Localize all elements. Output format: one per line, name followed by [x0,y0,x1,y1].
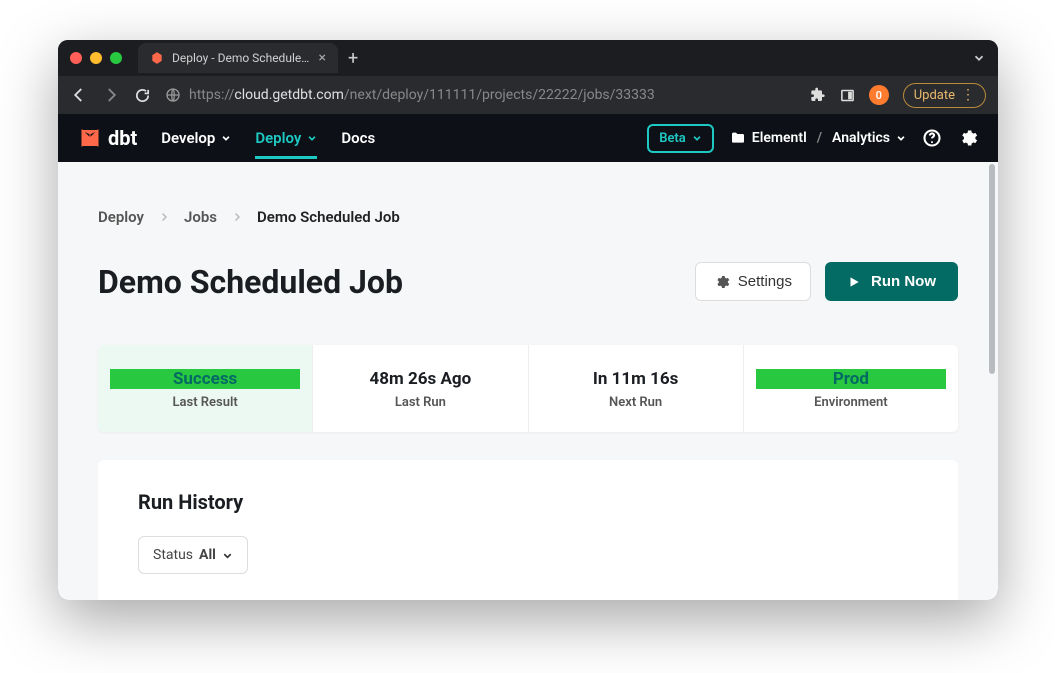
stat-value: Prod [756,369,946,389]
stat-label: Next Run [541,395,731,410]
nav-develop[interactable]: Develop [161,117,231,159]
nav-docs[interactable]: Docs [341,117,375,159]
reload-button[interactable] [134,87,151,104]
browser-tab[interactable]: Deploy - Demo Scheduled Job × [138,43,338,73]
window-minimize[interactable] [90,52,102,64]
back-button[interactable] [70,86,88,104]
settings-icon[interactable] [958,128,978,148]
filter-label: Status [153,547,193,563]
org-selector[interactable]: Elementl / Analytics [730,130,906,146]
stat-last-result: Success Last Result [98,345,313,432]
forward-button[interactable] [102,86,120,104]
browser-update-button[interactable]: Update ⋮ [903,83,986,108]
stat-next-run: In 11m 16s Next Run [529,345,744,432]
stat-cards: Success Last Result 48m 26s Ago Last Run… [98,345,958,432]
address-bar: https://cloud.getdbt.com/next/deploy/111… [58,76,998,114]
browser-right-icons: 0 Update ⋮ [810,83,986,108]
nav-develop-label: Develop [161,129,215,147]
nav-deploy[interactable]: Deploy [255,117,317,159]
url-prefix: https:// [189,87,234,103]
gear-icon [714,274,730,290]
beta-label: Beta [659,131,686,146]
help-icon[interactable] [922,128,942,148]
content: Deploy Jobs Demo Scheduled Job Demo Sche… [58,162,998,600]
page-title: Demo Scheduled Job [98,263,403,301]
traffic-lights [70,52,122,64]
update-label: Update [914,88,955,103]
stat-value: 48m 26s Ago [325,369,515,389]
breadcrumb-jobs[interactable]: Jobs [184,208,217,226]
breadcrumb-deploy[interactable]: Deploy [98,208,144,226]
filter-value: All [199,547,216,563]
profile-avatar[interactable]: 0 [869,85,889,105]
run-history-title: Run History [138,490,918,514]
chevron-down-icon [222,550,233,561]
settings-button[interactable]: Settings [695,262,811,301]
chevron-down-icon [221,133,231,143]
stat-value: Success [110,369,300,389]
app-header: dbt Develop Deploy Docs Beta Elementl [58,114,998,162]
window-close[interactable] [70,52,82,64]
stat-label: Last Result [110,395,300,410]
tab-title: Deploy - Demo Scheduled Job [172,51,311,65]
logo-text: dbt [108,126,137,150]
breadcrumb: Deploy Jobs Demo Scheduled Job [98,208,958,226]
site-info-icon[interactable] [165,87,181,103]
org-separator: / [817,130,822,146]
scrollbar-thumb[interactable] [989,164,995,374]
status-filter[interactable]: Status All [138,536,248,574]
stat-last-run: 48m 26s Ago Last Run [313,345,528,432]
folder-icon [730,130,746,146]
logo[interactable]: dbt [78,126,137,150]
breadcrumb-current: Demo Scheduled Job [257,208,400,226]
play-icon [847,275,861,289]
project-name: Analytics [832,130,890,146]
chevron-down-icon [692,133,702,143]
run-now-label: Run Now [871,273,936,290]
tabs-dropdown-icon[interactable] [972,51,986,65]
chevron-right-icon [231,211,243,223]
tab-favicon [150,51,164,65]
new-tab-button[interactable]: + [348,48,358,69]
url-bar[interactable]: https://cloud.getdbt.com/next/deploy/111… [165,87,796,103]
url-domain: cloud.getdbt.com [234,87,344,103]
window-maximize[interactable] [110,52,122,64]
settings-label: Settings [738,273,792,290]
stat-label: Environment [756,395,946,410]
beta-dropdown[interactable]: Beta [647,124,714,153]
run-history-panel: Run History Status All [98,460,958,600]
nav-docs-label: Docs [341,129,375,147]
header-right: Beta Elementl / Analytics [647,124,978,153]
chevron-down-icon [307,133,317,143]
url-text: https://cloud.getdbt.com/next/deploy/111… [189,87,655,103]
dbt-logo-icon [78,126,102,150]
stat-environment: Prod Environment [744,345,958,432]
run-now-button[interactable]: Run Now [825,262,958,301]
stat-value: In 11m 16s [541,369,731,389]
title-row: Demo Scheduled Job Settings Run Now [98,262,958,301]
org-name: Elementl [752,130,807,146]
chevron-down-icon [896,133,906,143]
title-actions: Settings Run Now [695,262,958,301]
tab-close-icon[interactable]: × [319,50,326,66]
extensions-icon[interactable] [810,87,826,103]
browser-window: Deploy - Demo Scheduled Job × + https://… [58,40,998,600]
stat-label: Last Run [325,395,515,410]
panel-icon[interactable] [840,88,855,103]
nav-deploy-label: Deploy [255,129,301,147]
url-path: /next/deploy/111111/projects/22222/jobs/… [344,87,655,103]
chevron-right-icon [158,211,170,223]
scrollbar[interactable] [988,162,996,600]
tab-bar: Deploy - Demo Scheduled Job × + [58,40,998,76]
